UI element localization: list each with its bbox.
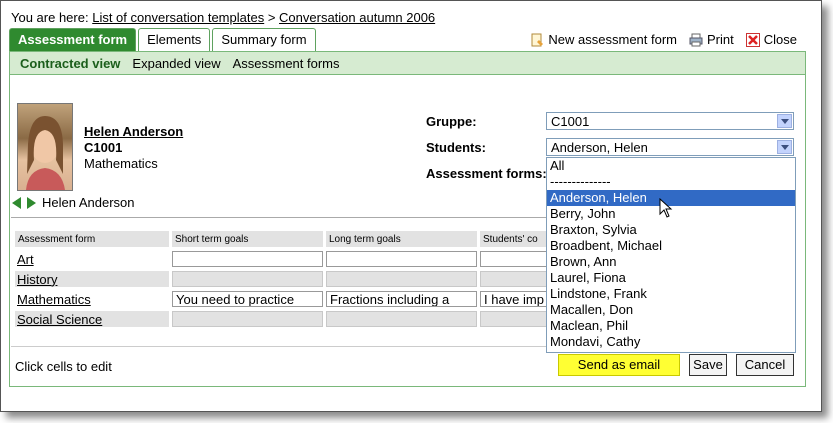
student-navigator: Helen Anderson [12, 195, 135, 210]
tab-summary-form[interactable]: Summary form [212, 28, 316, 51]
group-select-value: C1001 [551, 114, 590, 129]
new-assessment-form-label: New assessment form [548, 32, 678, 47]
dropdown-option[interactable]: Brown, Ann [547, 254, 795, 270]
subnav-assessment-forms[interactable]: Assessment forms [233, 56, 340, 71]
printer-icon [689, 33, 703, 46]
dropdown-option-all[interactable]: All [547, 158, 795, 174]
toolbar: New assessment form Print Close [530, 32, 797, 47]
breadcrumb-separator: > [267, 10, 276, 25]
row-label-link[interactable]: History [15, 271, 169, 287]
tab-bar: Assessment form Elements Summary form [9, 28, 318, 51]
table-header-row: Assessment form Short term goals Long te… [15, 231, 631, 247]
new-assessment-form-button[interactable]: New assessment form [530, 32, 677, 47]
mouse-cursor-icon [659, 198, 673, 218]
breadcrumb-link-conversation[interactable]: Conversation autumn 2006 [279, 10, 435, 25]
table-cell[interactable] [326, 311, 477, 327]
student-name-link[interactable]: Helen Anderson [84, 124, 183, 139]
table-row: Social Science [15, 311, 631, 327]
row-label-link[interactable]: Art [15, 251, 169, 267]
assessment-table: Assessment form Short term goals Long te… [12, 227, 634, 331]
dropdown-option[interactable]: Laurel, Fiona [547, 270, 795, 286]
close-button[interactable]: Close [745, 32, 797, 47]
send-as-email-button[interactable]: Send as email [558, 354, 680, 376]
chevron-down-icon[interactable] [777, 140, 792, 154]
student-subject: Mathematics [84, 156, 158, 171]
subnav-expanded-view[interactable]: Expanded view [132, 56, 220, 71]
table-row: Mathematics You need to practice Fractio… [15, 291, 631, 307]
group-label: Gruppe: [426, 114, 477, 129]
row-label-link[interactable]: Mathematics [15, 291, 169, 307]
save-button[interactable]: Save [689, 354, 727, 376]
close-icon [745, 32, 760, 47]
table-cell[interactable] [326, 251, 477, 267]
table-cell[interactable] [172, 311, 323, 327]
group-select[interactable]: C1001 [546, 112, 794, 130]
dropdown-option[interactable]: Broadbent, Michael [547, 238, 795, 254]
chevron-down-icon[interactable] [777, 114, 792, 128]
dropdown-option[interactable]: Braxton, Sylvia [547, 222, 795, 238]
table-cell[interactable] [172, 251, 323, 267]
assessment-forms-label: Assessment forms: [426, 166, 547, 181]
next-student-arrow-icon[interactable] [27, 196, 36, 209]
table-cell[interactable]: Fractions including a [326, 291, 477, 307]
navigator-student-name: Helen Anderson [42, 195, 135, 210]
footer-buttons: Send as email Save Cancel [558, 354, 794, 376]
print-button[interactable]: Print [689, 32, 734, 47]
students-select-value: Anderson, Helen [551, 140, 648, 155]
student-class: C1001 [84, 140, 123, 155]
student-portrait-icon [26, 116, 65, 190]
previous-student-arrow-icon[interactable] [12, 196, 21, 209]
new-document-icon [531, 33, 544, 46]
students-dropdown-list[interactable]: All -------------- Anderson, Helen Berry… [546, 157, 796, 353]
edit-hint: Click cells to edit [15, 359, 112, 374]
header-long-term-goals: Long term goals [326, 231, 477, 247]
view-subnav: Contracted view Expanded view Assessment… [9, 51, 806, 75]
student-photo [17, 103, 73, 191]
table-cell[interactable]: You need to practice [172, 291, 323, 307]
cancel-button[interactable]: Cancel [736, 354, 794, 376]
dropdown-option[interactable]: Lindstone, Frank [547, 286, 795, 302]
header-assessment-form: Assessment form [15, 231, 169, 247]
tab-assessment-form[interactable]: Assessment form [9, 28, 137, 51]
tab-elements[interactable]: Elements [138, 28, 211, 51]
subnav-contracted-view[interactable]: Contracted view [20, 56, 120, 71]
dropdown-option[interactable]: Maclean, Phil [547, 318, 795, 334]
students-label: Students: [426, 140, 486, 155]
close-label: Close [763, 32, 797, 47]
breadcrumb-prefix: You are here: [11, 10, 89, 25]
table-cell[interactable] [172, 271, 323, 287]
breadcrumb: You are here: List of conversation templ… [11, 10, 435, 25]
table-row: History [15, 271, 631, 287]
dropdown-option[interactable]: Mondavi, Cathy [547, 334, 795, 350]
students-select[interactable]: Anderson, Helen [546, 138, 794, 156]
dropdown-option-separator: -------------- [550, 174, 611, 189]
table-row: Art [15, 251, 631, 267]
app-window: You are here: List of conversation templ… [0, 0, 822, 412]
row-label-link[interactable]: Social Science [15, 311, 169, 327]
header-short-term-goals: Short term goals [172, 231, 323, 247]
dropdown-option[interactable]: Macallen, Don [547, 302, 795, 318]
print-label: Print [707, 32, 734, 47]
breadcrumb-link-templates[interactable]: List of conversation templates [92, 10, 264, 25]
table-cell[interactable] [326, 271, 477, 287]
